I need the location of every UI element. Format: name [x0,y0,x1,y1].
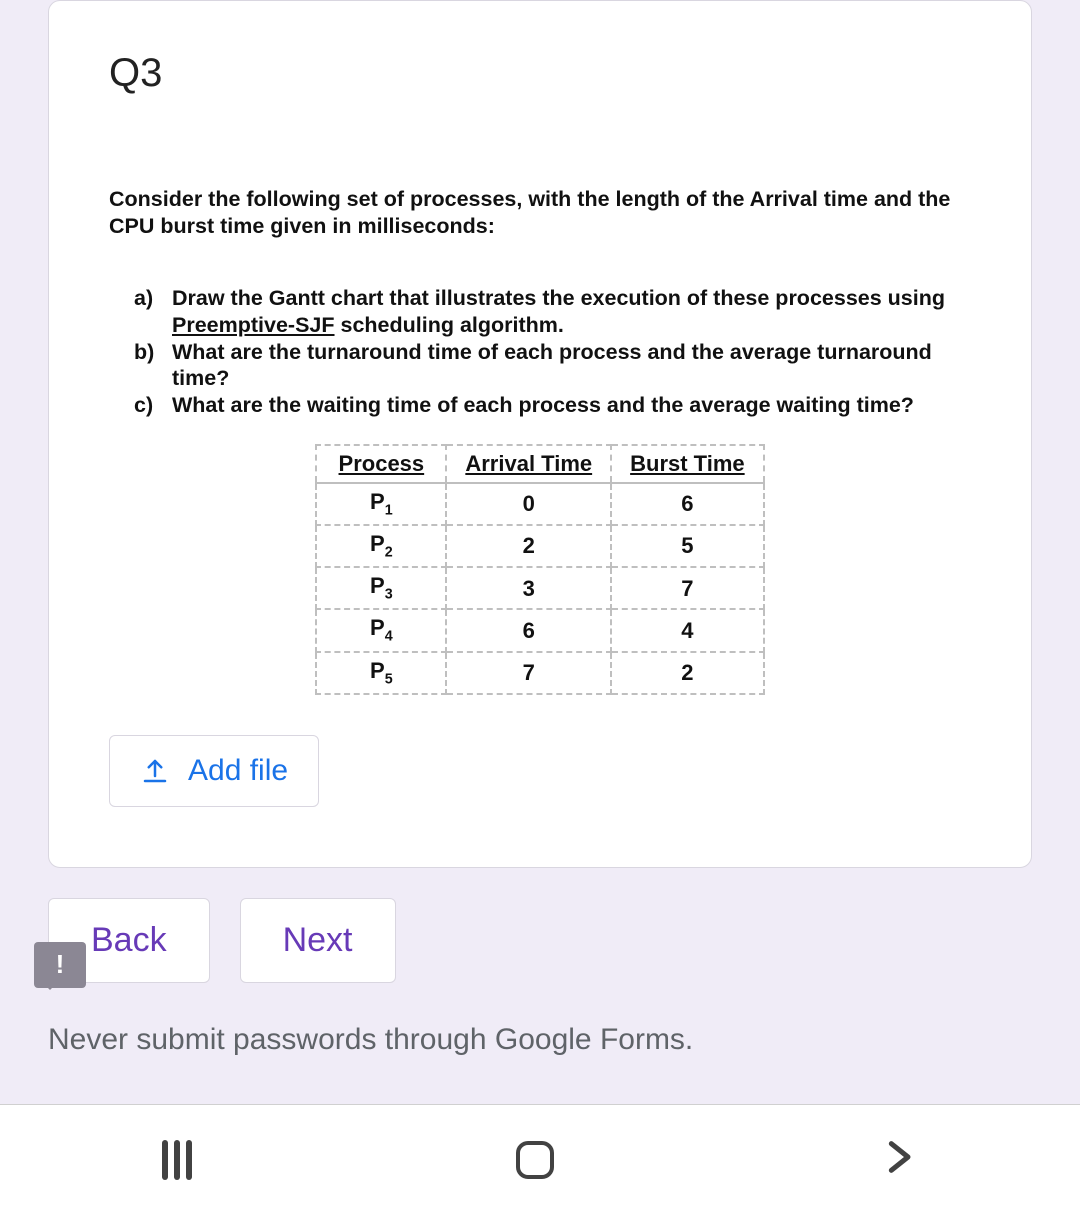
table-row: P2 2 5 [316,525,763,567]
alert-icon: ! [56,949,65,980]
recent-apps-button[interactable] [162,1140,192,1180]
question-part-a: a) Draw the Gantt chart that illustrates… [134,285,971,339]
col-arrival: Arrival Time [446,445,611,483]
disclaimer-text: Never submit passwords through Google Fo… [48,1023,1032,1057]
table-row: P4 6 4 [316,609,763,651]
question-card: Q3 Consider the following set of process… [48,0,1032,868]
col-process: Process [316,445,446,483]
question-body: Consider the following set of processes,… [109,186,971,695]
add-file-label: Add file [188,754,288,788]
question-part-c: c) What are the waiting time of each pro… [134,392,971,419]
upload-icon [140,756,170,786]
home-button[interactable] [516,1141,554,1179]
system-back-button[interactable] [878,1137,918,1182]
table-row: P3 3 7 [316,567,763,609]
add-file-button[interactable]: Add file [109,735,319,807]
process-table: Process Arrival Time Burst Time P1 0 6 P… [315,444,764,695]
next-button[interactable]: Next [240,898,396,983]
android-nav-bar [0,1104,1080,1214]
question-title: Q3 [109,51,971,96]
col-burst: Burst Time [611,445,764,483]
table-row: P5 7 2 [316,652,763,694]
chevron-right-icon [878,1137,918,1177]
question-intro: Consider the following set of processes,… [109,186,971,240]
report-problem-button[interactable]: ! [34,942,86,988]
table-row: P1 0 6 [316,483,763,525]
question-part-b: b) What are the turnaround time of each … [134,339,971,393]
